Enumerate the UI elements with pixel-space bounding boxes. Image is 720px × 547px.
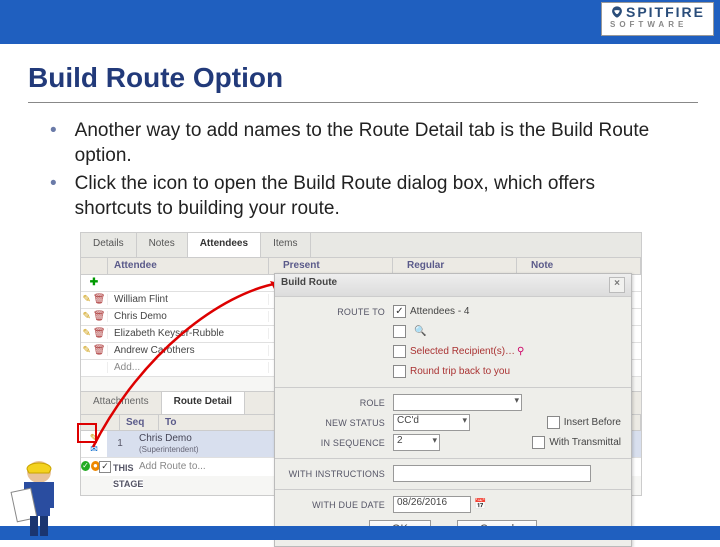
col-regular: Regular xyxy=(393,258,517,274)
this-checkbox[interactable]: ✓ xyxy=(99,461,111,473)
delete-icon[interactable]: 🗑 xyxy=(93,311,106,322)
role-select[interactable] xyxy=(393,394,522,411)
route-seq: 1 xyxy=(107,431,133,457)
insertbefore-checkbox[interactable] xyxy=(547,416,560,429)
tab-attendees[interactable]: Attendees xyxy=(188,233,261,257)
delete-icon[interactable]: 🗑 xyxy=(93,345,106,356)
calendar-icon[interactable]: 📅 xyxy=(474,499,486,510)
footer-bar xyxy=(0,526,720,540)
delete-icon[interactable]: 🗑 xyxy=(93,294,106,305)
bullet-text: Another way to add names to the Route De… xyxy=(75,119,660,168)
roundtrip-option: Round trip back to you xyxy=(410,366,510,377)
withtransmittal-label: With Transmittal xyxy=(549,437,621,448)
insertbefore-label: Insert Before xyxy=(564,417,621,428)
route-role: (Superintendent) xyxy=(139,445,199,454)
doc-tabs: Details Notes Attendees Items xyxy=(81,233,641,258)
status-dot-green[interactable]: ✓ xyxy=(81,461,90,471)
tab-attachments[interactable]: Attachments xyxy=(81,392,162,414)
tab-route-detail[interactable]: Route Detail xyxy=(162,392,245,414)
tab-items[interactable]: Items xyxy=(261,233,310,257)
instructions-label: With Instructions xyxy=(285,469,393,479)
col-seq: Seq xyxy=(120,415,159,430)
route-name: Chris Demo xyxy=(139,433,192,444)
delete-icon[interactable]: 🗑 xyxy=(93,328,106,339)
edit-icon[interactable]: ✎ xyxy=(82,294,90,305)
role-label: Role xyxy=(285,398,393,408)
add-placeholder[interactable]: Add... xyxy=(107,362,269,373)
col-note: Note xyxy=(517,258,641,274)
routeto-label: Route To xyxy=(285,307,393,317)
blank-checkbox[interactable] xyxy=(393,325,406,338)
selected-recipients-link[interactable]: Selected Recipient(s)… xyxy=(410,346,515,357)
insequence-select[interactable]: 2 xyxy=(393,434,440,451)
callout-box xyxy=(77,423,97,443)
withtransmittal-checkbox[interactable] xyxy=(532,436,545,449)
brand-logo: SPITFIRE SOFTWARE xyxy=(601,2,714,36)
duedate-label: With Due Date xyxy=(285,500,393,510)
attendee-name: Chris Demo xyxy=(107,311,269,322)
dialog-title: Build Route xyxy=(281,277,337,293)
link-icon[interactable]: ✉ xyxy=(90,444,98,455)
insequence-label: In Sequence xyxy=(285,438,393,448)
newstatus-label: New Status xyxy=(285,418,393,428)
attendee-name: William Flint xyxy=(107,294,269,305)
instructions-input[interactable] xyxy=(393,465,591,482)
close-icon[interactable]: × xyxy=(609,277,625,293)
col-present: Present xyxy=(269,258,393,274)
logo-text: SPITFIRE xyxy=(626,4,705,20)
stage-label: STAGE xyxy=(113,479,143,489)
bullet-dot: • xyxy=(50,119,57,168)
bullet-text: Click the icon to open the Build Route d… xyxy=(75,172,660,221)
header-bar: SPITFIRE SOFTWARE xyxy=(0,0,720,44)
duedate-input[interactable]: 08/26/2016 xyxy=(393,496,471,513)
mascot-image xyxy=(4,452,74,540)
screenshot-panel: Details Notes Attendees Items Attendee P… xyxy=(80,232,642,496)
title-underline xyxy=(28,102,698,103)
edit-icon[interactable]: ✎ xyxy=(82,328,90,339)
tab-details[interactable]: Details xyxy=(81,233,137,257)
bullet-list: • Another way to add names to the Route D… xyxy=(50,119,660,222)
roundtrip-checkbox[interactable] xyxy=(393,365,406,378)
lookup-icon[interactable]: ⚲ xyxy=(517,346,524,357)
col-attendee: Attendee xyxy=(108,258,269,274)
edit-icon[interactable]: ✎ xyxy=(82,345,90,356)
bullet-dot: • xyxy=(50,172,57,221)
attendee-name: Elizabeth Keyser-Rubble xyxy=(107,328,269,339)
newstatus-select[interactable]: CC'd xyxy=(393,414,470,431)
add-route-placeholder[interactable]: Add Route to... xyxy=(133,461,212,472)
this-label: THIS xyxy=(113,463,134,473)
lookup-icon[interactable]: 🔍 xyxy=(414,326,426,337)
logo-subtext: SOFTWARE xyxy=(610,20,705,29)
add-icon[interactable]: ✚ xyxy=(90,277,98,288)
attendees-option: Attendees - 4 xyxy=(410,306,469,317)
attendee-name: Andrew Carothers xyxy=(107,345,269,356)
attendees-checkbox[interactable]: ✓ xyxy=(393,305,406,318)
selected-checkbox[interactable] xyxy=(393,345,406,358)
tab-notes[interactable]: Notes xyxy=(137,233,188,257)
build-route-dialog: Build Route × Route To✓ Attendees - 4 🔍 S… xyxy=(274,273,632,547)
page-title: Build Route Option xyxy=(28,62,720,94)
edit-icon[interactable]: ✎ xyxy=(82,311,90,322)
